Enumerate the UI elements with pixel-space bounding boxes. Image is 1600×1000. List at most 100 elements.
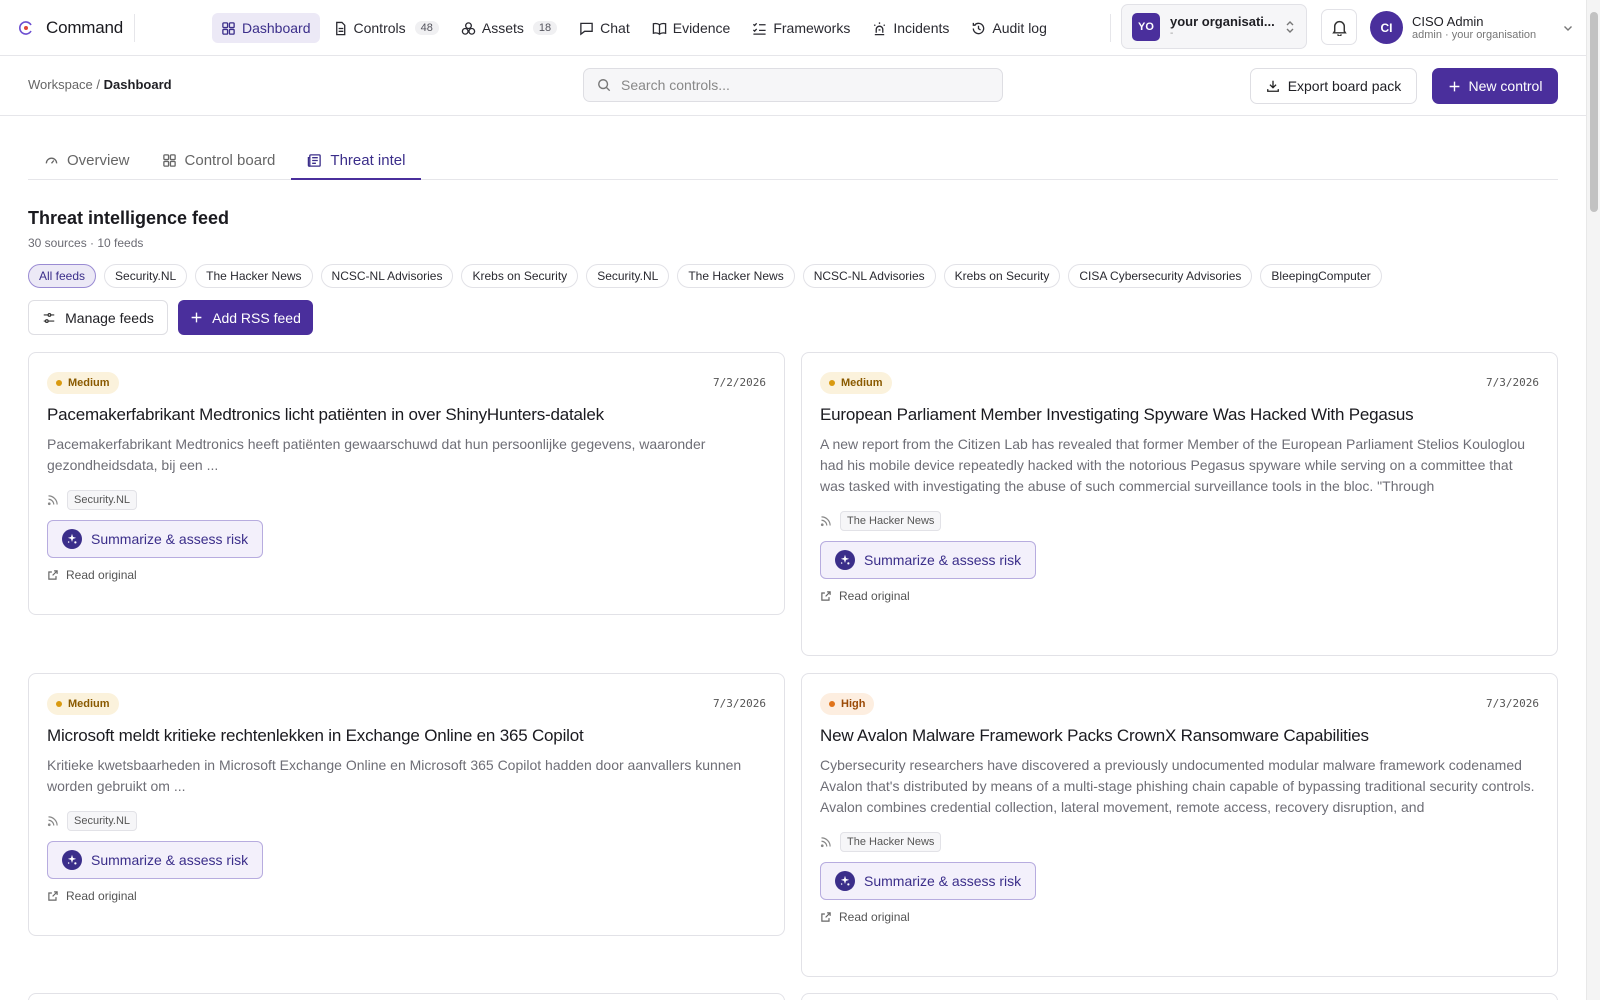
summarize-label: Summarize & assess risk bbox=[91, 531, 249, 547]
breadcrumb-root[interactable]: Workspace bbox=[28, 77, 93, 92]
download-icon bbox=[1266, 80, 1279, 92]
read-original-link[interactable]: Read original bbox=[47, 889, 766, 903]
nav-controls[interactable]: Controls 48 bbox=[324, 13, 448, 43]
tab-label: Overview bbox=[67, 152, 130, 169]
sparkle-icon bbox=[62, 529, 82, 549]
article-summary: Cybersecurity researchers have discovere… bbox=[820, 757, 1535, 815]
tab-overview[interactable]: Overview bbox=[28, 142, 146, 179]
siren-icon bbox=[874, 21, 886, 35]
sparkle-icon bbox=[62, 850, 82, 870]
article-date: 7/3/2026 bbox=[713, 697, 766, 710]
chip-feed[interactable]: CISA Cybersecurity Advisories bbox=[1068, 264, 1253, 288]
severity-dot bbox=[829, 700, 835, 707]
dashboard-tabs: Overview Control board Threat intel bbox=[28, 142, 1558, 180]
article-card: Medium 7/2/2026 Pacemakerfabrikant Medtr… bbox=[28, 352, 785, 615]
tab-threat-intel[interactable]: Threat intel bbox=[291, 142, 422, 180]
notifications-button[interactable] bbox=[1321, 9, 1357, 45]
chip-feed[interactable]: Krebs on Security bbox=[943, 264, 1061, 288]
add-rss-feed-label: Add RSS feed bbox=[212, 309, 301, 326]
boxes-icon bbox=[461, 21, 476, 35]
summarize-label: Summarize & assess risk bbox=[864, 552, 1022, 568]
chip-feed[interactable]: The Hacker News bbox=[195, 264, 313, 288]
article-card: Medium 7/3/2026 European Parliament Memb… bbox=[801, 352, 1558, 656]
article-summary: Pacemakerfabrikant Medtronics heeft pati… bbox=[47, 436, 706, 473]
newspaper-icon bbox=[308, 153, 322, 167]
card-header: Medium 7/2/2026 bbox=[47, 371, 766, 394]
source-tag: The Hacker News bbox=[840, 832, 942, 852]
page-header: Workspace / Dashboard Search controls...… bbox=[0, 56, 1586, 116]
nav-label: Chat bbox=[600, 20, 630, 36]
chip-feed[interactable]: Security.NL bbox=[104, 264, 188, 288]
avatar: CI bbox=[1370, 11, 1403, 44]
feed-filter-chips: All feeds Security.NL The Hacker News NC… bbox=[28, 264, 1382, 288]
new-control-button[interactable]: New control bbox=[1432, 68, 1558, 104]
article-card: Medium 7/3/2026 Microsoft meldt kritieke… bbox=[28, 673, 785, 936]
user-text: CISO Admin admin · your organisation bbox=[1412, 14, 1562, 41]
rss-icon bbox=[820, 516, 831, 527]
read-original-link[interactable]: Read original bbox=[820, 910, 1539, 924]
rss-icon bbox=[47, 816, 58, 827]
nav-dashboard[interactable]: Dashboard bbox=[212, 13, 320, 43]
rss-icon bbox=[47, 495, 58, 506]
chip-feed[interactable]: NCSC-NL Advisories bbox=[320, 264, 454, 288]
summarize-label: Summarize & assess risk bbox=[91, 852, 249, 868]
plus-icon bbox=[1449, 81, 1459, 91]
summarize-assess-risk-button[interactable]: Summarize & assess risk bbox=[47, 841, 264, 879]
manage-feeds-button[interactable]: Manage feeds bbox=[28, 300, 168, 335]
nav-chat[interactable]: Chat bbox=[570, 13, 639, 43]
grid-icon bbox=[222, 21, 235, 35]
page-scrollbar[interactable] bbox=[1586, 0, 1600, 1000]
count-badge: 48 bbox=[414, 21, 439, 35]
source-row: The Hacker News bbox=[820, 511, 1539, 531]
severity-badge: Medium bbox=[47, 692, 119, 715]
summarize-assess-risk-button[interactable]: Summarize & assess risk bbox=[820, 862, 1037, 900]
org-switcher[interactable]: YO your organisati... - bbox=[1121, 4, 1307, 49]
chip-feed[interactable]: Security.NL bbox=[586, 264, 670, 288]
nav-assets[interactable]: Assets 18 bbox=[452, 13, 566, 43]
severity-label: Medium bbox=[68, 697, 110, 710]
nav-incidents[interactable]: Incidents bbox=[863, 13, 958, 43]
external-link-icon bbox=[48, 891, 58, 901]
nav-frameworks[interactable]: Frameworks bbox=[743, 13, 859, 43]
read-original-link[interactable]: Read original bbox=[47, 568, 766, 582]
article-title[interactable]: New Avalon Malware Framework Packs Crown… bbox=[820, 724, 1539, 748]
scrollbar-thumb[interactable] bbox=[1590, 12, 1598, 212]
article-title[interactable]: Pacemakerfabrikant Medtronics licht pati… bbox=[47, 403, 766, 427]
nav-evidence[interactable]: Evidence bbox=[643, 13, 740, 43]
severity-badge: Medium bbox=[820, 371, 892, 394]
source-tag: The Hacker News bbox=[840, 511, 942, 531]
tab-control-board[interactable]: Control board bbox=[146, 142, 292, 179]
export-board-pack-button[interactable]: Export board pack bbox=[1250, 68, 1417, 104]
search-input[interactable]: Search controls... bbox=[583, 68, 1003, 102]
nav-audit-log[interactable]: Audit log bbox=[962, 13, 1055, 43]
summarize-label: Summarize & assess risk bbox=[864, 873, 1022, 889]
article-title[interactable]: European Parliament Member Investigating… bbox=[820, 403, 1539, 427]
source-row: The Hacker News bbox=[820, 832, 1539, 852]
chip-feed[interactable]: BleepingComputer bbox=[1260, 264, 1382, 288]
org-text: your organisati... - bbox=[1170, 14, 1280, 39]
history-icon bbox=[973, 22, 985, 34]
severity-label: Medium bbox=[841, 376, 883, 389]
read-original-link[interactable]: Read original bbox=[820, 589, 1539, 603]
logo-icon bbox=[19, 20, 32, 35]
section-title: Threat intelligence feed bbox=[28, 208, 230, 228]
add-rss-feed-button[interactable]: Add RSS feed bbox=[178, 300, 313, 335]
user-role: admin · your organisation bbox=[1412, 29, 1537, 41]
summarize-assess-risk-button[interactable]: Summarize & assess risk bbox=[47, 520, 264, 558]
chip-feed[interactable]: NCSC-NL Advisories bbox=[802, 264, 936, 288]
chip-all-feeds[interactable]: All feeds bbox=[28, 264, 97, 288]
search-placeholder: Search controls... bbox=[621, 77, 730, 93]
tab-label: Threat intel bbox=[330, 151, 406, 169]
gauge-icon bbox=[45, 157, 58, 164]
article-date: 7/3/2026 bbox=[1486, 376, 1539, 389]
chevron-down-icon bbox=[1564, 25, 1572, 31]
article-title[interactable]: Microsoft meldt kritieke rechtenlekken i… bbox=[47, 724, 766, 748]
chip-feed[interactable]: The Hacker News bbox=[677, 264, 795, 288]
chat-icon bbox=[580, 22, 593, 35]
summarize-assess-risk-button[interactable]: Summarize & assess risk bbox=[820, 541, 1037, 579]
severity-dot bbox=[56, 700, 62, 707]
chip-feed[interactable]: Krebs on Security bbox=[461, 264, 579, 288]
brand[interactable]: Command bbox=[0, 13, 135, 42]
divider bbox=[1110, 14, 1111, 42]
user-menu[interactable]: CI CISO Admin admin · your organisation bbox=[1370, 11, 1574, 44]
